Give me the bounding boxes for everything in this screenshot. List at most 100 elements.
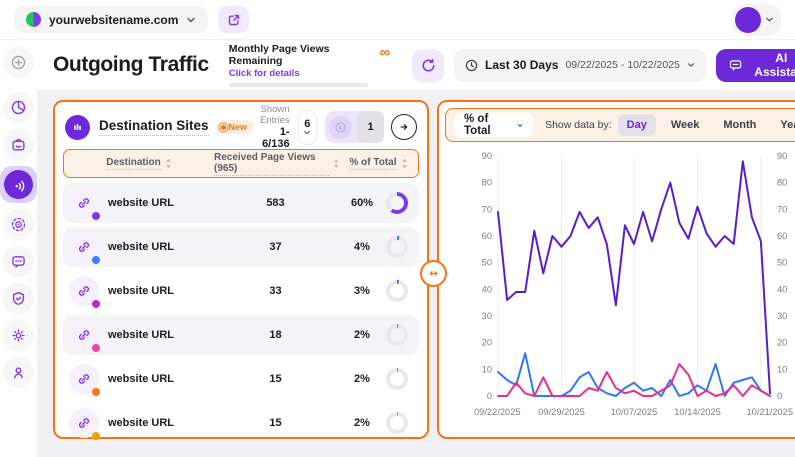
svg-text:30: 30 — [481, 311, 491, 321]
interval-day[interactable]: Day — [618, 114, 656, 136]
link-icon — [69, 408, 99, 438]
percent-donut — [386, 368, 408, 390]
svg-text:0: 0 — [777, 391, 782, 401]
site-selector[interactable]: yourwebsitename.com — [14, 6, 208, 33]
current-page[interactable]: 1 — [357, 111, 384, 143]
clock-icon — [465, 59, 478, 72]
interval-year[interactable]: Year — [771, 114, 795, 136]
destination-sites-panel: Destination Sites New Shown Entries 1-6/… — [53, 100, 429, 439]
destination-label: website URL — [108, 329, 174, 341]
sidebar-item-analytics[interactable] — [3, 92, 34, 123]
percent-value: 2% — [354, 329, 370, 341]
destination-label: website URL — [108, 373, 174, 385]
sidebar-item-visitors[interactable] — [3, 357, 34, 388]
sidebar-item-add[interactable] — [3, 47, 34, 78]
destination-label: website URL — [108, 241, 174, 253]
series-color-dot — [92, 256, 100, 264]
page-header: Outgoing Traffic Monthly Page Views Rema… — [37, 40, 795, 90]
previous-page-button[interactable] — [329, 116, 352, 139]
sidebar-item-outgoing-traffic[interactable] — [0, 166, 37, 203]
page-views-value: 37 — [269, 241, 281, 253]
date-range-selector[interactable]: Last 30 Days 09/22/2025 - 10/22/2025 — [454, 49, 706, 82]
ai-assistant-button[interactable]: AI Assistant — [716, 49, 795, 82]
svg-text:70: 70 — [481, 204, 491, 214]
sidebar-item-assistant-box[interactable] — [3, 129, 34, 160]
table-row[interactable]: website URL 33 3% — [63, 271, 419, 311]
link-icon — [69, 232, 99, 262]
chevron-down-icon — [765, 15, 774, 24]
quota-label: Monthly Page Views Remaining — [229, 43, 368, 67]
column-percent-of-total[interactable]: % of Total — [349, 157, 407, 170]
series-color-dot — [92, 344, 100, 352]
chart-toolbar: % of Total Show data by: Day Week Month … — [445, 108, 795, 142]
show-data-by-label: Show data by: — [545, 119, 612, 131]
open-site-button[interactable] — [218, 6, 249, 33]
ai-chat-icon — [729, 58, 742, 72]
svg-text:40: 40 — [777, 284, 787, 294]
svg-text:40: 40 — [481, 284, 491, 294]
traffic-line-chart: 0010102020303040405050606070708080909009… — [472, 146, 795, 430]
panel-resize-handle[interactable] — [420, 260, 447, 287]
bot-icon — [11, 137, 26, 152]
link-icon — [69, 320, 99, 350]
percent-donut — [386, 192, 408, 214]
svg-text:50: 50 — [777, 258, 787, 268]
sidebar-item-security[interactable] — [3, 283, 34, 314]
new-badge: New — [216, 120, 255, 134]
svg-text:20: 20 — [481, 338, 491, 348]
svg-text:70: 70 — [777, 204, 787, 214]
quota-progress-bar — [229, 83, 368, 87]
chevron-down-icon — [303, 130, 311, 136]
svg-text:10/07/2025: 10/07/2025 — [611, 407, 658, 417]
shield-check-icon — [11, 291, 26, 306]
sidebar-item-comments[interactable] — [3, 246, 34, 277]
svg-text:20: 20 — [777, 338, 787, 348]
table-header-row: Destination Received Page Views (965) % … — [63, 149, 419, 178]
site-name: yourwebsitename.com — [49, 13, 178, 27]
page-views-value: 583 — [266, 197, 284, 209]
interval-month[interactable]: Month — [714, 114, 765, 136]
table-row[interactable]: website URL 583 60% — [63, 183, 419, 223]
link-icon — [69, 188, 99, 218]
arrow-left-icon — [335, 122, 346, 133]
traffic-chart-panel: % of Total Show data by: Day Week Month … — [437, 100, 795, 439]
user-menu[interactable] — [732, 4, 781, 36]
link-icon — [69, 364, 99, 394]
shown-entries: Shown Entries 1-6/136 — [254, 104, 290, 150]
sort-icon — [333, 158, 339, 169]
svg-text:0: 0 — [487, 391, 492, 401]
svg-text:09/29/2025: 09/29/2025 — [538, 407, 585, 417]
column-received-page-views[interactable]: Received Page Views (965) — [214, 152, 339, 176]
refresh-button[interactable] — [412, 49, 444, 82]
percent-value: 2% — [354, 373, 370, 385]
metric-select[interactable]: % of Total — [454, 113, 533, 137]
target-icon — [11, 217, 26, 232]
sidebar-item-settings[interactable] — [3, 320, 34, 351]
arrow-right-icon — [398, 121, 410, 133]
page-views-value: 33 — [269, 285, 281, 297]
pagination: 1 — [325, 111, 384, 143]
column-destination[interactable]: Destination — [106, 157, 171, 170]
sidebar-item-tracking[interactable] — [3, 209, 34, 240]
table-row[interactable]: website URL 18 2% — [63, 315, 419, 355]
svg-text:09/22/2025: 09/22/2025 — [474, 407, 521, 417]
arrows-horizontal-icon — [427, 267, 440, 280]
chevron-down-icon — [687, 61, 695, 69]
destination-label: website URL — [108, 197, 174, 209]
percent-value: 2% — [354, 417, 370, 429]
percent-donut — [386, 280, 408, 302]
table-row[interactable]: website URL 37 4% — [63, 227, 419, 267]
svg-text:90: 90 — [481, 151, 491, 161]
quota-details-link[interactable]: Click for details — [229, 68, 368, 79]
interval-week[interactable]: Week — [662, 114, 709, 136]
brand-logo-icon — [26, 12, 41, 27]
chevron-down-icon — [517, 121, 523, 130]
chat-bubble-icon — [11, 254, 26, 269]
next-page-button[interactable] — [391, 114, 417, 140]
quota-widget: Monthly Page Views Remaining Click for d… — [229, 43, 392, 87]
table-row[interactable]: website URL 15 2% — [63, 403, 419, 443]
table-row[interactable]: website URL 15 2% — [63, 359, 419, 399]
pie-chart-icon — [11, 100, 26, 115]
svg-text:80: 80 — [481, 178, 491, 188]
page-size-select[interactable]: 6 — [299, 111, 316, 144]
